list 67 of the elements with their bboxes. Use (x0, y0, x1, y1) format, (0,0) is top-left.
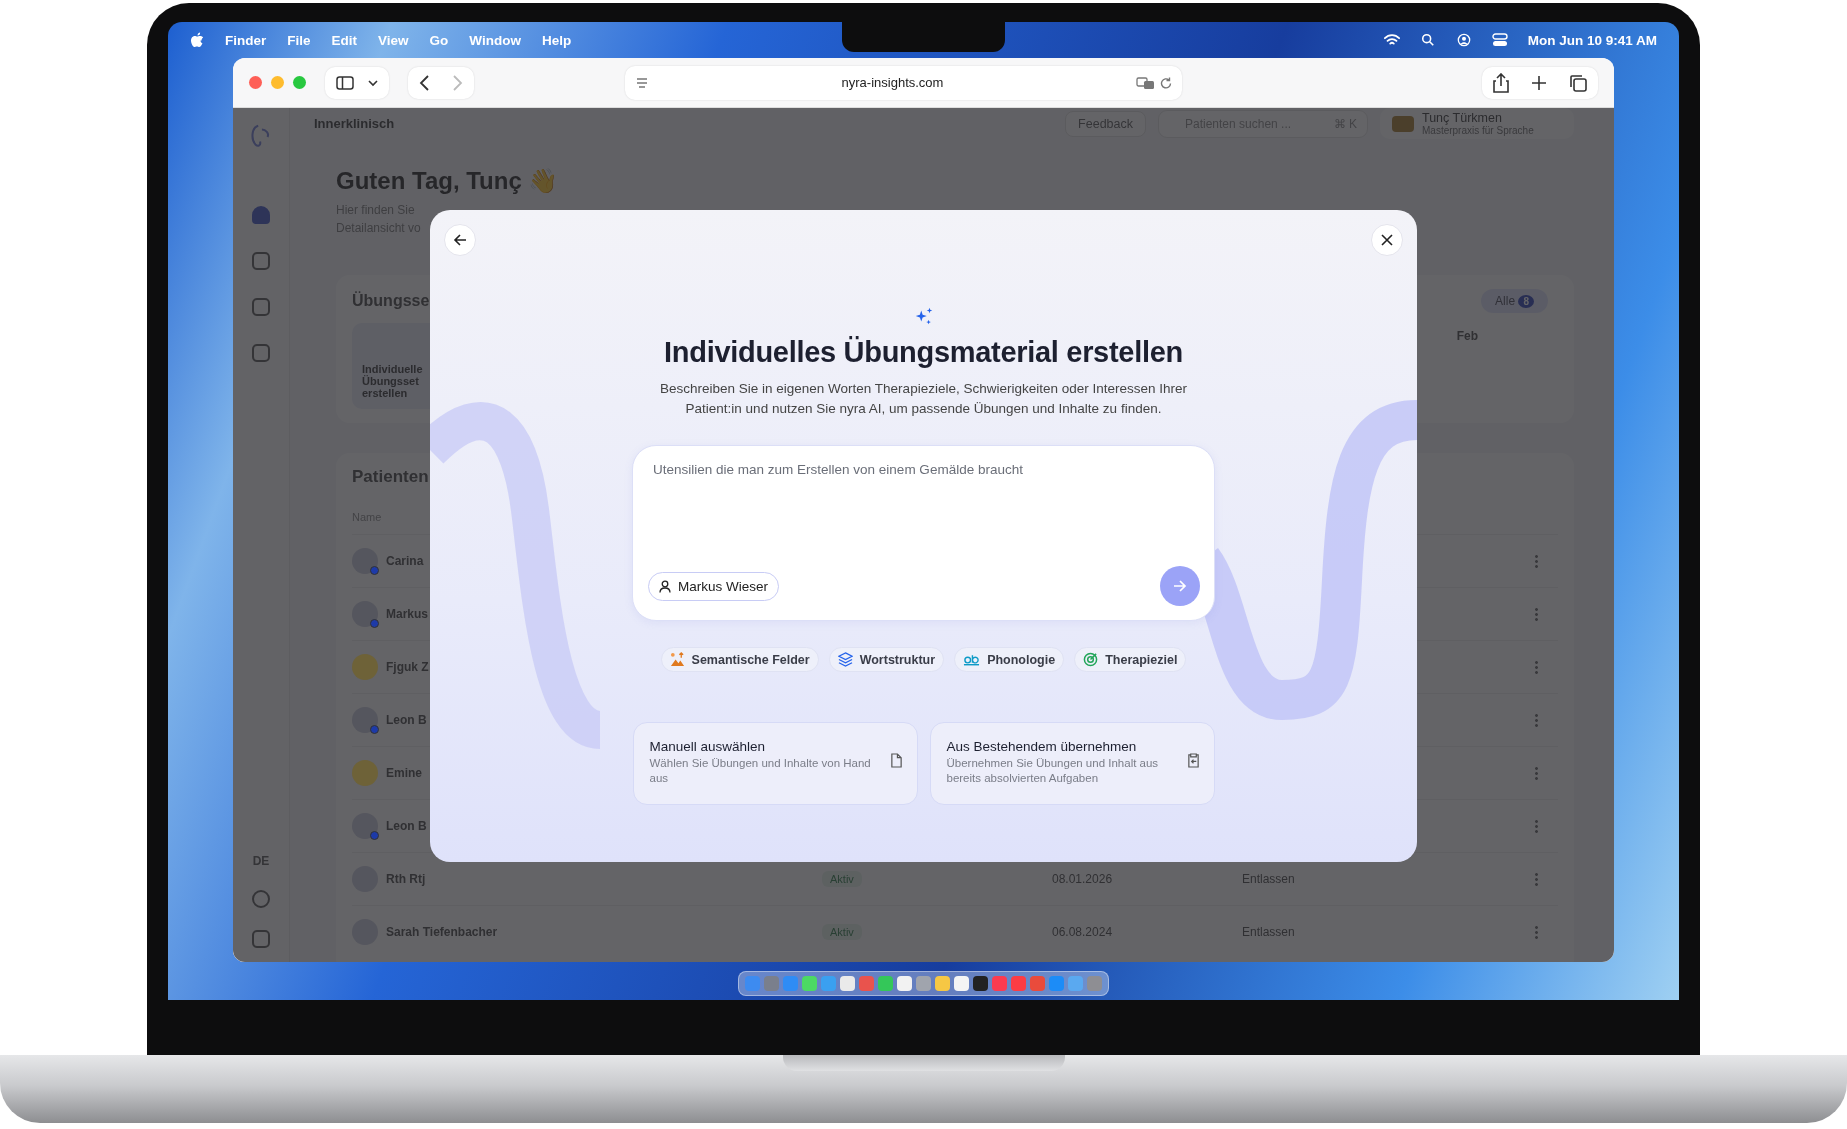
arrow-left-icon (453, 233, 467, 247)
apple-logo-icon (190, 32, 204, 48)
new-tab-icon[interactable] (1531, 74, 1547, 91)
menu-bar-clock[interactable]: Mon Jun 10 9:41 AM (1527, 32, 1657, 48)
user-name: Tunç Türkmen (1422, 111, 1503, 125)
user-icon[interactable] (1455, 33, 1472, 47)
control-center-icon[interactable] (1491, 33, 1508, 47)
dock-app-icon[interactable] (935, 976, 950, 991)
close-button[interactable] (1371, 224, 1403, 256)
dock-app-icon[interactable] (897, 976, 912, 991)
sidebar-icon (336, 75, 354, 90)
search-icon[interactable] (1419, 33, 1436, 47)
address-bar[interactable]: nyra-insights.com (625, 65, 1182, 100)
topic-chip[interactable]: Wortstruktur (828, 647, 945, 672)
dialog-title: Individuelles Übungsmaterial erstellen (664, 336, 1183, 369)
menu-item[interactable]: File (287, 32, 311, 48)
close-window-button[interactable] (249, 76, 262, 89)
menu-item[interactable]: Window (469, 32, 521, 48)
menu-item[interactable]: View (378, 32, 409, 48)
forward-icon[interactable] (451, 74, 463, 91)
dock-app-icon[interactable] (1068, 976, 1083, 991)
arrow-right-icon (1173, 579, 1187, 593)
layers-icon (837, 652, 853, 667)
document-icon (889, 753, 903, 768)
option-card[interactable]: Aus Bestehendem übernehmen Übernehmen Sie Übungen und Inhalt aus bereits absolvierten Aufgaben (929, 722, 1215, 805)
dock-app-icon[interactable] (954, 976, 969, 991)
target-icon (1083, 652, 1099, 667)
back-icon[interactable] (419, 74, 431, 91)
menu-item[interactable]: Help (541, 32, 572, 48)
landscape-icon (669, 652, 685, 667)
menu-item[interactable]: Edit (331, 32, 358, 48)
dock-app-icon[interactable] (916, 976, 931, 991)
chevron-down-icon (368, 78, 378, 87)
prompt-field[interactable]: Utensilien die man zum Erstellen von einem Gemälde braucht Markus Wieser (632, 445, 1215, 621)
reload-icon[interactable] (1160, 76, 1172, 89)
translate-icon[interactable] (1136, 75, 1154, 90)
dock-app-icon[interactable] (821, 976, 836, 991)
dialog-description: Beschreiben Sie in eigenen Worten Therapieziele, Schwierigkeiten oder Interessen Ihrer Patient:in und nutzen Sie nyra AI, um passende Übungen und Inhalte zu finden. (658, 380, 1189, 418)
dock-app-icon[interactable] (973, 976, 988, 991)
url-text: nyra-insights.com (840, 75, 945, 90)
minimize-window-button[interactable] (271, 76, 284, 89)
option-title: Aus Bestehendem übernehmen (946, 739, 1138, 754)
tabs-overview-icon[interactable] (1569, 73, 1587, 92)
person-icon (659, 579, 671, 593)
wifi-icon[interactable] (1383, 33, 1400, 47)
dock-app-icon[interactable] (802, 976, 817, 991)
menu-app-name[interactable]: Finder (225, 32, 267, 48)
page-menu-icon[interactable] (635, 75, 649, 90)
zoom-window-button[interactable] (293, 76, 306, 89)
clipboard-icon (1186, 753, 1200, 768)
close-icon (1381, 234, 1393, 246)
topic-chip[interactable]: Therapieziel (1074, 647, 1187, 672)
greeting-heading: Guten Tag, Tunç 👋 (336, 167, 560, 195)
sidebar-toggle-button[interactable] (325, 66, 389, 99)
topic-chip[interactable]: Semantische Felder (660, 647, 819, 672)
dock-app-icon[interactable] (840, 976, 855, 991)
share-icon[interactable] (1493, 72, 1509, 93)
option-card[interactable]: Manuell auswählen Wählen Sie Übungen und Inhalte von Hand aus (632, 722, 918, 805)
send-button[interactable] (1160, 566, 1200, 606)
menu-item[interactable]: Go (429, 32, 449, 48)
option-description: Wählen Sie Übungen und Inhalte von Hand aus (649, 756, 872, 786)
letters-icon (963, 653, 981, 666)
option-title: Manuell auswählen (649, 739, 767, 754)
back-button[interactable] (444, 224, 476, 256)
option-description: Übernehmen Sie Übungen und Inhalt aus bereits absolvierten Aufgaben (946, 756, 1160, 786)
dock-app-icon[interactable] (878, 976, 893, 991)
topic-chip[interactable]: Phonologie (954, 647, 1065, 672)
